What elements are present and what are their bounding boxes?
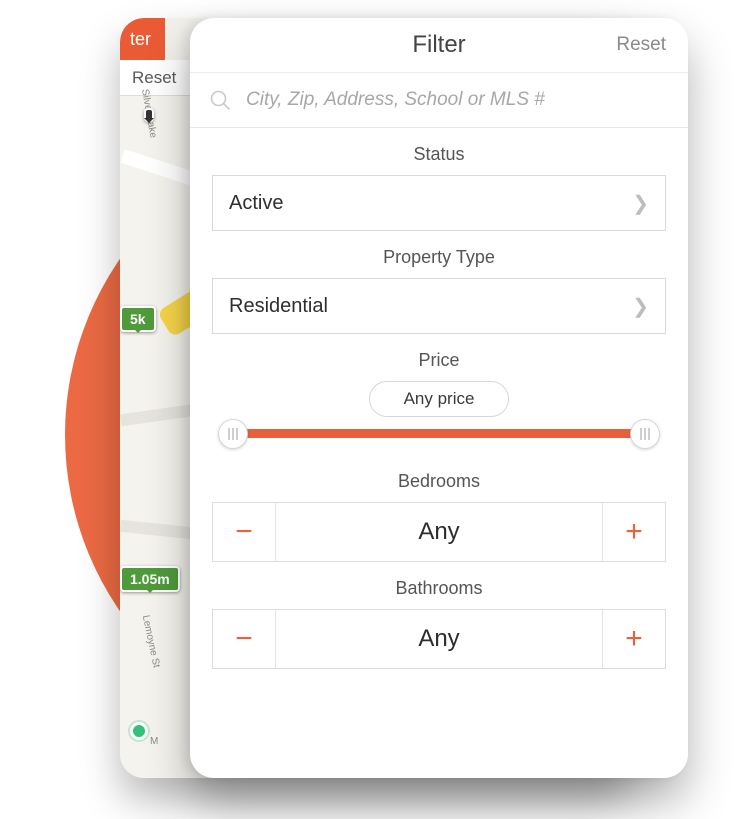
slider-handle-min[interactable]	[218, 419, 248, 449]
road-label: M	[150, 736, 158, 747]
bathrooms-increment[interactable]: +	[603, 610, 665, 668]
property-type-value: Residential	[229, 295, 328, 318]
panel-title: Filter	[412, 31, 465, 59]
chevron-right-icon: ❯	[632, 294, 649, 319]
slider-track	[232, 429, 646, 438]
bedrooms-value: Any	[276, 503, 602, 561]
search-row[interactable]	[190, 72, 688, 128]
chevron-right-icon: ❯	[632, 191, 649, 216]
property-type-label: Property Type	[212, 247, 666, 268]
map-pin[interactable]	[144, 108, 154, 122]
price-slider[interactable]	[212, 411, 666, 455]
bedrooms-increment[interactable]: +	[603, 503, 665, 561]
bathrooms-value: Any	[276, 610, 602, 668]
slider-handle-max[interactable]	[630, 419, 660, 449]
price-value-bubble: Any price	[369, 381, 509, 417]
bedrooms-stepper: − Any +	[212, 502, 666, 562]
status-value: Active	[229, 192, 283, 215]
status-label: Status	[212, 144, 666, 165]
road-label: Lemoyne St	[140, 614, 162, 668]
bathrooms-label: Bathrooms	[212, 578, 666, 599]
status-select[interactable]: Active ❯	[212, 175, 666, 231]
search-input[interactable]	[246, 89, 670, 111]
bedrooms-decrement[interactable]: −	[213, 503, 275, 561]
filter-panel: Filter Reset Status Active ❯ Property Ty…	[190, 18, 688, 778]
property-type-select[interactable]: Residential ❯	[212, 278, 666, 334]
map-price-pin[interactable]: 5k	[120, 306, 156, 332]
filter-tab[interactable]: ter	[120, 18, 165, 60]
reset-button[interactable]: Reset	[616, 18, 666, 72]
bathrooms-stepper: − Any +	[212, 609, 666, 669]
location-dot[interactable]	[130, 722, 148, 740]
map-price-pin[interactable]: 1.05m	[120, 566, 180, 592]
search-icon	[208, 88, 232, 112]
bathrooms-decrement[interactable]: −	[213, 610, 275, 668]
bedrooms-label: Bedrooms	[212, 471, 666, 492]
price-label: Price	[212, 350, 666, 371]
